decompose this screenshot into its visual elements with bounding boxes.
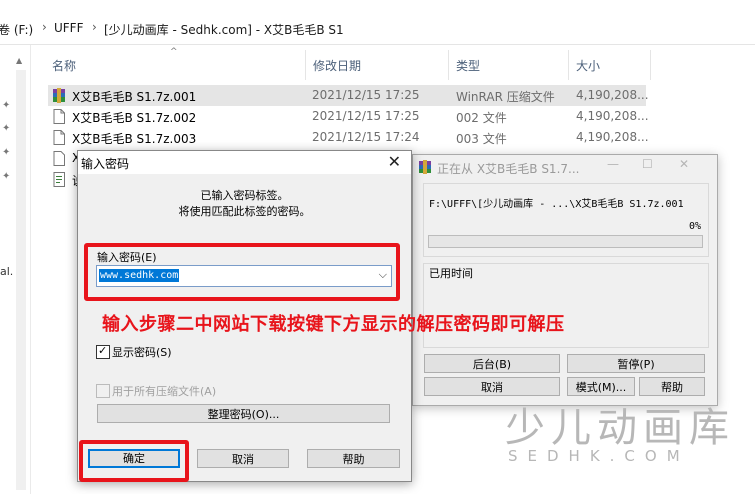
column-divider[interactable] bbox=[650, 50, 651, 80]
use-for-all-archives-label[interactable]: 用于所有压缩文件(A) bbox=[112, 383, 216, 399]
background-button[interactable]: 后台(B) bbox=[424, 354, 560, 373]
chevron-right-icon[interactable]: › bbox=[92, 20, 97, 34]
watermark-logo-text: 少儿动画库 bbox=[505, 405, 735, 451]
organize-passwords-button[interactable]: 整理密码(O)... bbox=[97, 404, 390, 423]
show-password-checkbox[interactable]: ✓ bbox=[96, 344, 110, 359]
column-header-name[interactable]: 名称 bbox=[52, 57, 76, 79]
pause-button[interactable]: 暂停(P) bbox=[567, 354, 705, 373]
file-icon bbox=[53, 109, 65, 124]
minimize-icon[interactable]: — bbox=[607, 157, 619, 171]
info-line: 已输入密码标签。 bbox=[200, 189, 289, 202]
window-title: 正在从 X艾B毛毛B S1.7... bbox=[437, 162, 580, 176]
progress-bar bbox=[428, 235, 703, 248]
extract-progress-window: 正在从 X艾B毛毛B S1.7... — ☐ ✕ F:\UFFF\[少儿动画库 … bbox=[412, 154, 718, 406]
file-size: 4,190,208... bbox=[576, 109, 649, 123]
nav-item-label[interactable]: al. bbox=[0, 265, 13, 278]
file-date: 2021/12/15 17:25 bbox=[312, 109, 420, 123]
watermark-url-text: SEDHK.COM bbox=[508, 447, 690, 465]
pin-icon[interactable]: ✦ bbox=[2, 171, 10, 182]
cancel-extract-button[interactable]: 取消 bbox=[424, 377, 560, 396]
breadcrumb-drive[interactable]: 卷 (F:) bbox=[0, 21, 33, 38]
winrar-app-icon bbox=[419, 160, 431, 174]
text-doc-icon bbox=[53, 172, 65, 187]
sort-ascending-icon: ^ bbox=[170, 47, 178, 57]
chevron-right-icon[interactable]: › bbox=[42, 20, 47, 34]
pin-icon[interactable]: ✦ bbox=[2, 100, 10, 111]
address-bar[interactable]: 卷 (F:) › UFFF › [少儿动画库 - Sedhk.com] - X艾… bbox=[0, 11, 755, 45]
file-type: 002 文件 bbox=[456, 111, 507, 125]
column-divider[interactable] bbox=[568, 50, 569, 80]
pin-icon[interactable]: ✦ bbox=[2, 147, 10, 158]
maximize-icon[interactable]: ☐ bbox=[642, 157, 653, 171]
dialog-titlebar[interactable]: 输入密码 ✕ bbox=[78, 151, 411, 174]
file-row[interactable]: X bbox=[48, 148, 80, 169]
column-header-type[interactable]: 类型 bbox=[456, 57, 480, 79]
progress-percent: 0% bbox=[688, 221, 701, 232]
show-password-label[interactable]: 显示密码(S) bbox=[112, 344, 172, 360]
highlight-box-ok-button bbox=[79, 440, 189, 482]
breadcrumb-current-folder[interactable]: [少儿动画库 - Sedhk.com] - X艾B毛毛B S1 bbox=[104, 21, 344, 38]
winrar-archive-icon bbox=[53, 88, 65, 103]
close-icon[interactable]: ✕ bbox=[679, 157, 689, 171]
checkmark-icon: ✓ bbox=[98, 344, 108, 357]
file-type: 003 文件 bbox=[456, 132, 507, 146]
use-for-all-archives-checkbox[interactable] bbox=[96, 384, 110, 398]
file-icon bbox=[53, 151, 65, 166]
mode-button[interactable]: 模式(M)... bbox=[567, 377, 635, 396]
column-header-date[interactable]: 修改日期 bbox=[313, 57, 361, 79]
help-button[interactable]: 帮助 bbox=[307, 449, 400, 468]
instruction-caption: 输入步骤二中网站下载按键下方显示的解压密码即可解压 bbox=[102, 314, 565, 335]
file-name: X艾B毛毛B S1.7z.002 bbox=[72, 111, 197, 125]
extract-help-button[interactable]: 帮助 bbox=[639, 377, 705, 396]
scrollbar-track[interactable] bbox=[16, 70, 26, 490]
dialog-title: 输入密码 bbox=[81, 157, 130, 171]
column-divider[interactable] bbox=[305, 50, 306, 80]
file-name: X艾B毛毛B S1.7z.003 bbox=[72, 132, 197, 146]
file-size: 4,190,208... bbox=[576, 88, 649, 102]
file-type: WinRAR 压缩文件 bbox=[456, 90, 555, 104]
info-line: 将使用匹配此标签的密码。 bbox=[178, 205, 311, 218]
pin-icon[interactable]: ✦ bbox=[2, 123, 10, 134]
column-divider[interactable] bbox=[448, 50, 449, 80]
file-row[interactable]: X艾B毛毛B S1.7z.003 2021/12/15 17:24 003 文件… bbox=[48, 127, 649, 148]
file-row[interactable]: X艾B毛毛B S1.7z.001 2021/12/15 17:25 WinRAR… bbox=[48, 85, 649, 106]
breadcrumb-folder-ufff[interactable]: UFFF bbox=[54, 21, 84, 35]
file-size: 4,190,208... bbox=[576, 130, 649, 144]
elapsed-time-label: 已用时间 bbox=[429, 267, 473, 280]
file-date: 2021/12/15 17:25 bbox=[312, 88, 420, 102]
column-header-size[interactable]: 大小 bbox=[576, 57, 600, 79]
scroll-up-arrow-icon[interactable]: ▲ bbox=[16, 56, 22, 65]
file-name: X艾B毛毛B S1.7z.001 bbox=[72, 90, 197, 104]
file-icon bbox=[53, 130, 65, 145]
file-row[interactable]: X艾B毛毛B S1.7z.002 2021/12/15 17:25 002 文件… bbox=[48, 106, 649, 127]
file-row[interactable]: 说 bbox=[48, 169, 84, 190]
close-icon[interactable]: ✕ bbox=[388, 152, 401, 171]
current-file-path: F:\UFFF\[少儿动画库 - ...\X艾B毛毛B S1.7z.001 bbox=[429, 199, 684, 210]
highlight-box-password-field bbox=[84, 243, 400, 301]
cancel-button[interactable]: 取消 bbox=[197, 449, 289, 468]
file-date: 2021/12/15 17:24 bbox=[312, 130, 420, 144]
